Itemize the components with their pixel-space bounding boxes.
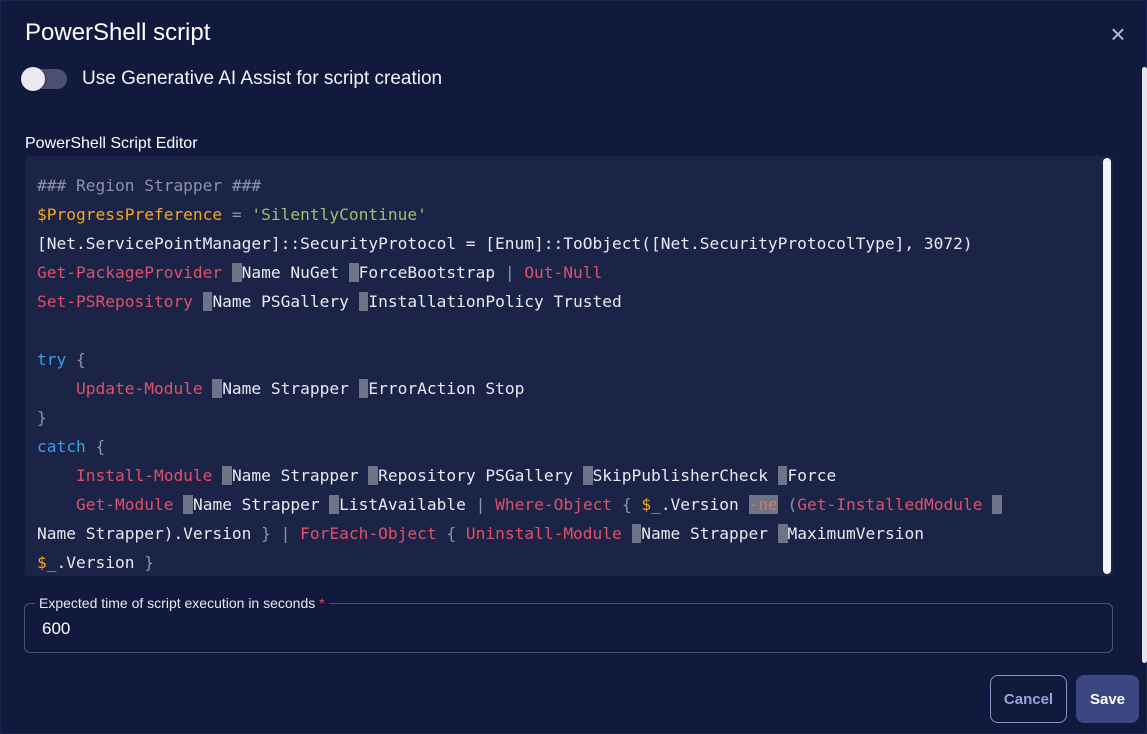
ai-assist-toggle[interactable] <box>21 67 67 91</box>
editor-scrollbar[interactable] <box>1103 158 1111 574</box>
script-editor[interactable]: ### Region Strapper ### $ProgressPrefere… <box>25 156 1113 576</box>
dialog-scrollbar[interactable] <box>1142 67 1147 663</box>
close-icon[interactable]: × <box>1105 21 1131 49</box>
dialog-title: PowerShell script <box>25 19 211 46</box>
script-code[interactable]: ### Region Strapper ### $ProgressPrefere… <box>37 171 1101 577</box>
code-line: Update-Module -Name Strapper -ErrorActio… <box>75 379 525 398</box>
code-line: Get-PackageProvider -Name NuGet -ForceBo… <box>37 263 603 282</box>
editor-label: PowerShell Script Editor <box>25 135 198 152</box>
code-line: $_.Version } <box>37 553 154 572</box>
powershell-script-dialog: PowerShell script × Use Generative AI As… <box>0 0 1147 734</box>
code-line: catch { <box>37 437 106 456</box>
execution-time-field[interactable]: Expected time of script execution in sec… <box>24 595 1113 653</box>
save-button[interactable]: Save <box>1076 675 1139 723</box>
execution-time-label: Expected time of script execution in sec… <box>35 595 329 611</box>
code-line: Install-Module -Name Strapper -Repositor… <box>75 466 837 485</box>
code-line: Get-Module -Name Strapper -ListAvailable… <box>75 495 1002 514</box>
code-line: $ProgressPreference = 'SilentlyContinue' <box>37 205 427 224</box>
execution-time-input[interactable]: 600 <box>42 619 70 639</box>
required-mark: * <box>319 595 325 611</box>
code-line: Set-PSRepository -Name PSGallery -Instal… <box>37 292 622 311</box>
toggle-knob <box>21 67 45 91</box>
ai-assist-toggle-row: Use Generative AI Assist for script crea… <box>21 65 443 93</box>
code-line: ### Region Strapper ### <box>37 176 262 195</box>
code-line: try { <box>37 350 86 369</box>
cancel-button[interactable]: Cancel <box>990 675 1067 723</box>
code-line: Name Strapper).Version } | ForEach-Objec… <box>37 524 924 543</box>
code-line: } <box>37 408 47 427</box>
ai-assist-label: Use Generative AI Assist for script crea… <box>82 68 443 89</box>
code-line: [Net.ServicePointManager]::SecurityProto… <box>37 234 973 253</box>
